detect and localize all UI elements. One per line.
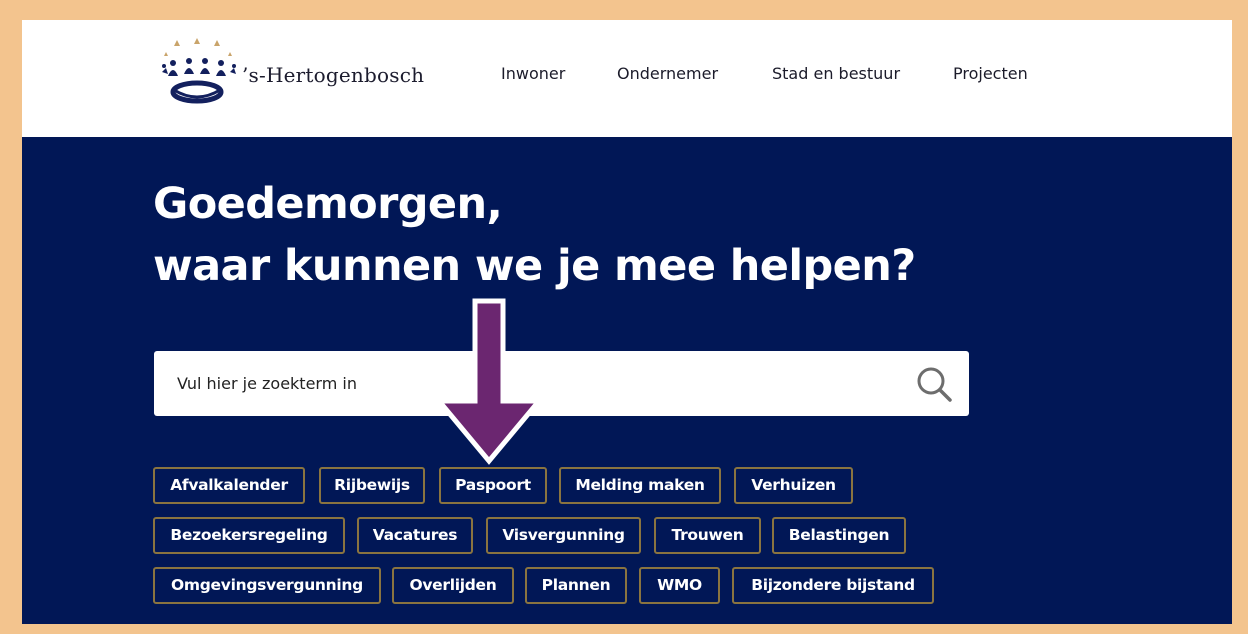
quick-link-paspoort[interactable]: Paspoort xyxy=(439,467,547,504)
hero-title-line-1: Goedemorgen, xyxy=(153,179,503,229)
page-frame: ’s-Hertogenbosch Inwoner Ondernemer Stad… xyxy=(22,20,1232,624)
quick-link-afvalkalender[interactable]: Afvalkalender xyxy=(153,467,305,504)
quick-link-trouwen[interactable]: Trouwen xyxy=(654,517,761,554)
arrow-down-icon xyxy=(435,298,543,465)
search-bar xyxy=(154,351,969,416)
quick-link-verhuizen[interactable]: Verhuizen xyxy=(734,467,853,504)
search-icon xyxy=(917,367,952,402)
quick-link-vacatures[interactable]: Vacatures xyxy=(357,517,473,554)
quick-link-visvergunning[interactable]: Visvergunning xyxy=(486,517,641,554)
hero-section: Goedemorgen, waar kunnen we je mee helpe… xyxy=(22,137,1232,624)
quick-links-row-1: Afvalkalender Rijbewijs Paspoort Melding… xyxy=(153,467,1053,517)
quick-link-plannen[interactable]: Plannen xyxy=(525,567,627,604)
nav-item-projecten[interactable]: Projecten xyxy=(953,64,1028,83)
nav-item-ondernemer[interactable]: Ondernemer xyxy=(617,64,718,83)
quick-link-rijbewijs[interactable]: Rijbewijs xyxy=(319,467,425,504)
quick-link-bezoekersregeling[interactable]: Bezoekersregeling xyxy=(153,517,345,554)
nav-item-inwoner[interactable]: Inwoner xyxy=(501,64,565,83)
quick-link-melding-maken[interactable]: Melding maken xyxy=(559,467,721,504)
search-button[interactable] xyxy=(913,363,955,405)
quick-link-omgevingsvergunning[interactable]: Omgevingsvergunning xyxy=(153,567,381,604)
site-header: ’s-Hertogenbosch Inwoner Ondernemer Stad… xyxy=(22,20,1232,137)
quick-link-belastingen[interactable]: Belastingen xyxy=(772,517,906,554)
hero-title: Goedemorgen, waar kunnen we je mee helpe… xyxy=(153,173,916,297)
hero-title-line-2: waar kunnen we je mee helpen? xyxy=(153,241,916,291)
quick-link-wmo[interactable]: WMO xyxy=(639,567,720,604)
main-nav: Inwoner Ondernemer Stad en bestuur Proje… xyxy=(22,64,1232,86)
nav-item-stad-en-bestuur[interactable]: Stad en bestuur xyxy=(772,64,900,83)
quick-links-row-2: Bezoekersregeling Vacatures Visvergunnin… xyxy=(153,517,1053,567)
quick-link-bijzondere-bijstand[interactable]: Bijzondere bijstand xyxy=(732,567,934,604)
quick-links: Afvalkalender Rijbewijs Paspoort Melding… xyxy=(153,467,1053,617)
quick-links-row-3: Omgevingsvergunning Overlijden Plannen W… xyxy=(153,567,1053,617)
quick-link-overlijden[interactable]: Overlijden xyxy=(392,567,514,604)
